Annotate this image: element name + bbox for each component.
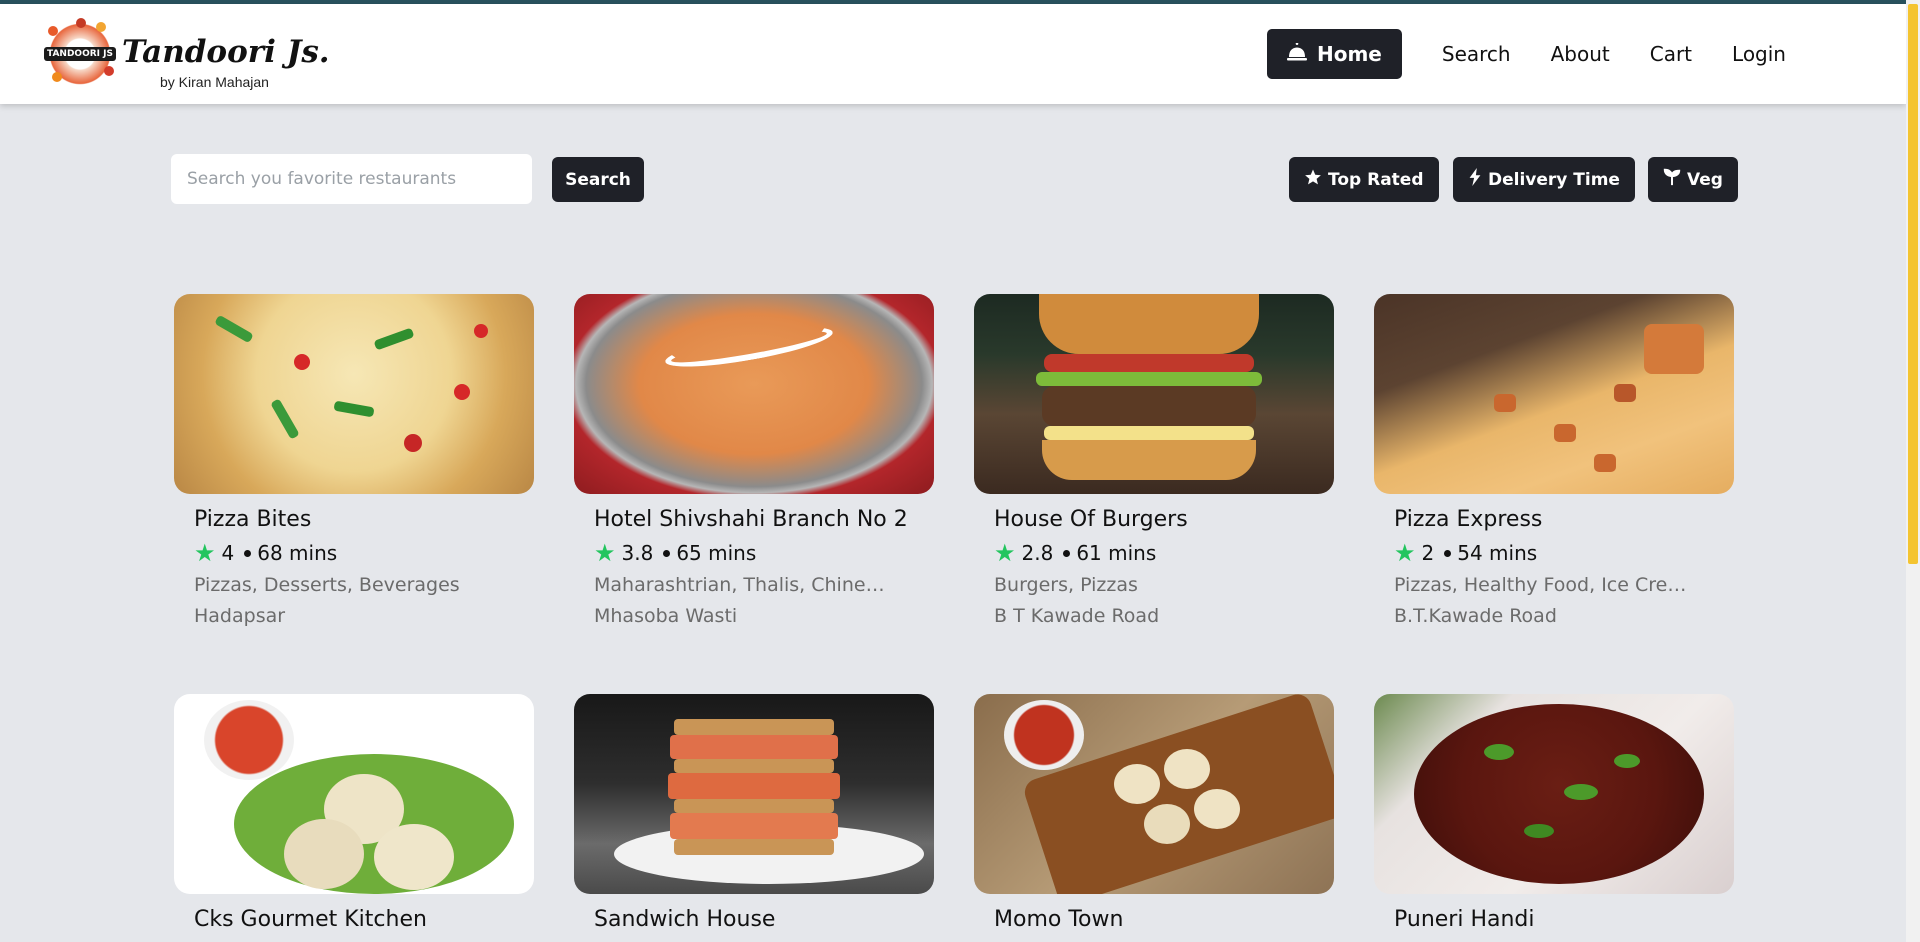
restaurant-area: Mhasoba Wasti <box>594 605 738 627</box>
restaurant-name: House Of Burgers <box>994 507 1188 532</box>
restaurant-image <box>1374 294 1734 494</box>
restaurant-image <box>974 294 1334 494</box>
restaurant-cuisines: Maharashtrian, Thalis, Chinese, North In… <box>594 574 894 596</box>
main-nav: Home Search About Cart Login <box>1266 29 1786 79</box>
restaurant-card[interactable]: Pizza Bites ★ 4 68 mins Pizzas, Desserts… <box>174 294 534 627</box>
restaurant-area: Hadapsar <box>194 605 286 627</box>
rating-star-icon: ★ <box>194 539 216 567</box>
restaurant-name: Pizza Bites <box>194 507 312 532</box>
rating-star-icon: ★ <box>994 539 1016 567</box>
filter-top-rated-button[interactable]: Top Rated <box>1289 157 1439 202</box>
restaurant-card[interactable]: Momo Town <box>974 694 1334 932</box>
restaurant-area: B.T.Kawade Road <box>1394 605 1557 627</box>
restaurant-meta: ★ 3.8 65 mins <box>594 541 934 565</box>
logo-badge-icon: TANDOORI JS <box>42 16 118 92</box>
search-button[interactable]: Search <box>552 157 644 202</box>
restaurant-meta: ★ 2 54 mins <box>1394 541 1734 565</box>
restaurant-name: Hotel Shivshahi Branch No 2 <box>594 507 908 532</box>
restaurant-area: B T Kawade Road <box>994 605 1160 627</box>
bullet-separator <box>244 549 252 557</box>
delivery-time: 68 mins <box>257 541 338 565</box>
bullet-separator <box>1063 549 1071 557</box>
scrollbar-track[interactable] <box>1906 0 1920 942</box>
restaurant-card[interactable]: Cks Gourmet Kitchen <box>174 694 534 932</box>
filter-delivery-time-button[interactable]: Delivery Time <box>1453 157 1635 202</box>
nav-link-about[interactable]: About <box>1551 42 1610 66</box>
restaurant-search-input[interactable] <box>171 154 532 204</box>
nav-link-search[interactable]: Search <box>1442 42 1511 66</box>
restaurant-cuisines: Pizzas, Desserts, Beverages <box>194 574 460 596</box>
bullet-separator <box>1444 549 1452 557</box>
restaurant-rating: 2.8 <box>1021 541 1054 565</box>
bullet-separator <box>663 549 671 557</box>
restaurant-card[interactable]: House Of Burgers ★ 2.8 61 mins Burgers, … <box>974 294 1334 627</box>
restaurant-name: Puneri Handi <box>1394 907 1535 932</box>
lightning-icon <box>1468 168 1482 191</box>
restaurant-image <box>574 294 934 494</box>
brand-title: Tandoori Js. <box>122 34 330 70</box>
restaurant-rating: 4 <box>221 541 235 565</box>
restaurant-card[interactable]: Sandwich House <box>574 694 934 932</box>
restaurant-meta: ★ 4 68 mins <box>194 541 534 565</box>
rating-star-icon: ★ <box>1394 539 1416 567</box>
restaurant-name: Pizza Express <box>1394 507 1543 532</box>
restaurant-card[interactable]: Puneri Handi <box>1374 694 1734 932</box>
restaurant-rating: 3.8 <box>621 541 654 565</box>
restaurant-name: Momo Town <box>994 907 1124 932</box>
restaurant-card[interactable]: Pizza Express ★ 2 54 mins Pizzas, Health… <box>1374 294 1734 627</box>
restaurant-cuisines: Pizzas, Healthy Food, Ice Cream <box>1394 574 1694 596</box>
restaurant-image <box>574 694 934 894</box>
nav-link-login[interactable]: Login <box>1732 42 1786 66</box>
star-icon <box>1304 168 1322 191</box>
restaurant-rating: 2 <box>1421 541 1435 565</box>
delivery-time: 54 mins <box>1457 541 1538 565</box>
nav-home-button[interactable]: Home <box>1266 29 1402 79</box>
restaurant-meta: ★ 2.8 61 mins <box>994 541 1334 565</box>
restaurant-card[interactable]: Hotel Shivshahi Branch No 2 ★ 3.8 65 min… <box>574 294 934 627</box>
filter-delivery-time-label: Delivery Time <box>1488 169 1620 190</box>
delivery-time: 65 mins <box>676 541 757 565</box>
nav-home-label: Home <box>1316 42 1382 66</box>
logo-badge-text: TANDOORI JS <box>44 47 116 61</box>
rating-star-icon: ★ <box>594 539 616 567</box>
restaurant-image <box>174 294 534 494</box>
filter-top-rated-label: Top Rated <box>1328 169 1424 190</box>
restaurant-image <box>174 694 534 894</box>
restaurant-cuisines: Burgers, Pizzas <box>994 574 1138 596</box>
restaurant-image <box>1374 694 1734 894</box>
bell-icon <box>1286 42 1307 66</box>
sprout-icon <box>1663 168 1681 191</box>
restaurant-name: Sandwich House <box>594 907 776 932</box>
site-header: TANDOORI JS Tandoori Js. by Kiran Mahaja… <box>0 4 1906 104</box>
scrollbar-thumb[interactable] <box>1908 4 1918 564</box>
restaurant-name: Cks Gourmet Kitchen <box>194 907 427 932</box>
brand-logo[interactable]: TANDOORI JS Tandoori Js. by Kiran Mahaja… <box>42 16 330 96</box>
nav-link-cart[interactable]: Cart <box>1650 42 1692 66</box>
filter-veg-button[interactable]: Veg <box>1648 157 1738 202</box>
delivery-time: 61 mins <box>1076 541 1157 565</box>
filter-veg-label: Veg <box>1687 169 1723 190</box>
restaurant-image <box>974 694 1334 894</box>
brand-subtitle: by Kiran Mahajan <box>160 74 269 90</box>
